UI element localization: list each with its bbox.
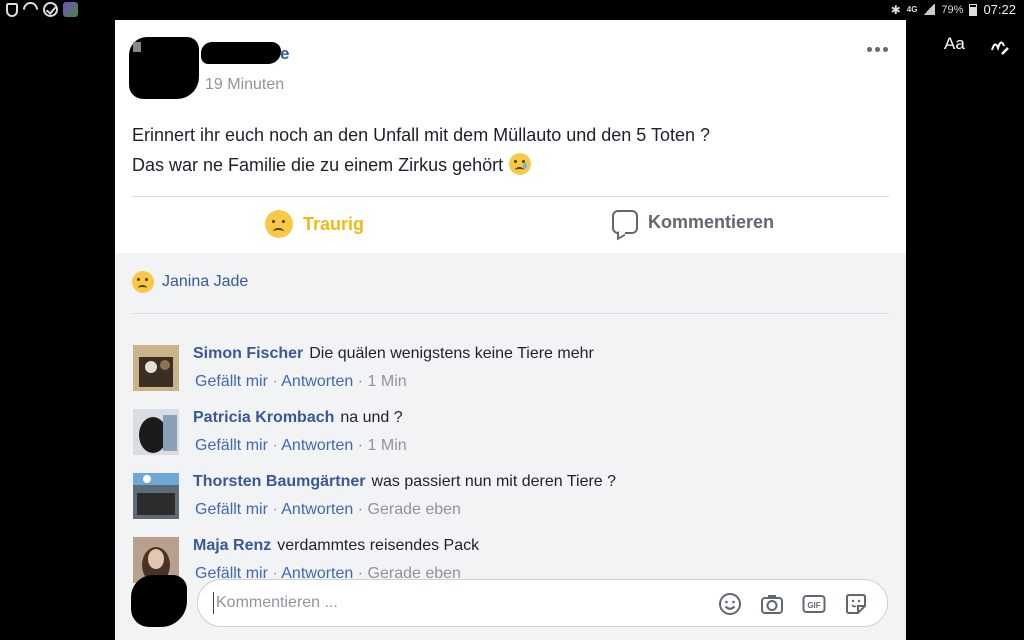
text-caret bbox=[213, 592, 214, 614]
separator: · bbox=[353, 373, 368, 390]
reply-link[interactable]: Antworten bbox=[281, 501, 353, 518]
divider bbox=[132, 313, 889, 314]
action-bar: Traurig Kommentieren bbox=[115, 198, 906, 252]
separator: · bbox=[267, 373, 282, 390]
commenter-avatar[interactable] bbox=[133, 473, 179, 519]
comment-actions: Gefällt mir · Antworten · 1 Min bbox=[195, 437, 407, 455]
comment-body: Thorsten Baumgärtner was passiert nun mit… bbox=[193, 473, 616, 491]
status-left-icons bbox=[6, 0, 78, 21]
crying-face-emoji-icon bbox=[509, 153, 532, 175]
comment-actions: Gefällt mir · Antworten · Gerade eben bbox=[195, 501, 461, 519]
comment-input[interactable]: Kommentieren ... GIF bbox=[197, 579, 888, 627]
comment-button[interactable]: Kommentieren bbox=[612, 210, 774, 234]
comment-body: Maja Renz verdammtes reisendes Pack bbox=[193, 537, 479, 555]
comment-text: verdammtes reisendes Pack bbox=[277, 537, 480, 554]
reaction-label: Traurig bbox=[303, 213, 365, 234]
battery-percent: 79% bbox=[941, 3, 964, 16]
comment-time[interactable]: 1 Min bbox=[368, 437, 407, 454]
comment-time[interactable]: Gerade eben bbox=[368, 501, 461, 518]
more-dots-icon[interactable] bbox=[867, 44, 893, 54]
check-circle-icon bbox=[43, 2, 58, 17]
author-name-visible[interactable]: e bbox=[280, 44, 289, 64]
sad-reaction-icon bbox=[265, 210, 293, 238]
post-text-line-2: Das war ne Familie die zu einem Zirkus g… bbox=[132, 150, 892, 180]
smiley-icon[interactable] bbox=[718, 592, 742, 616]
shield-icon bbox=[6, 2, 18, 17]
network-type: 4G bbox=[906, 4, 918, 14]
reactor-summary[interactable]: Janina Jade bbox=[132, 271, 248, 293]
post-card: e 19 Minuten Erinnert ihr euch noch an d… bbox=[115, 20, 906, 640]
reaction-button[interactable]: Traurig bbox=[265, 210, 364, 238]
comment-placeholder: Kommentieren ... bbox=[216, 594, 338, 611]
post-text-line-2-text: Das war ne Familie die zu einem Zirkus g… bbox=[132, 155, 504, 175]
post-text: Erinnert ihr euch noch an den Unfall mit… bbox=[132, 120, 892, 180]
post-text-line-1: Erinnert ihr euch noch an den Unfall mit… bbox=[132, 125, 711, 145]
divider bbox=[132, 196, 889, 197]
battery-icon bbox=[969, 3, 978, 16]
commenter-avatar[interactable] bbox=[133, 409, 179, 455]
commenter-name[interactable]: Patricia Krombach bbox=[193, 409, 334, 426]
bluetooth-icon: ✱ bbox=[890, 2, 901, 17]
like-link[interactable]: Gefällt mir bbox=[195, 437, 268, 454]
commenter-name[interactable]: Thorsten Baumgärtner bbox=[193, 473, 365, 490]
comment-actions: Gefällt mir · Antworten · 1 Min bbox=[195, 373, 407, 391]
sad-reaction-icon bbox=[132, 271, 154, 293]
separator: · bbox=[267, 501, 282, 518]
avatar-corner-fragment bbox=[133, 42, 141, 52]
comment-body: Patricia Krombach na und ? bbox=[193, 409, 403, 427]
commenter-name[interactable]: Maja Renz bbox=[193, 537, 271, 554]
separator: · bbox=[267, 437, 282, 454]
app-notification-icon bbox=[63, 2, 78, 17]
like-link[interactable]: Gefällt mir bbox=[195, 501, 268, 518]
svg-text:GIF: GIF bbox=[807, 601, 820, 610]
comment-body: Simon Fischer Die quälen wenigstens keine… bbox=[193, 345, 594, 363]
comment-item: Thorsten Baumgärtner was passiert nun mit… bbox=[133, 473, 883, 533]
author-name-redacted[interactable] bbox=[201, 42, 281, 64]
comment-composer: Kommentieren ... GIF bbox=[115, 573, 906, 640]
separator: · bbox=[353, 437, 368, 454]
camera-icon[interactable] bbox=[760, 592, 784, 616]
reply-link[interactable]: Antworten bbox=[281, 373, 353, 390]
speech-bubble-icon bbox=[612, 210, 638, 234]
post-timestamp[interactable]: 19 Minuten bbox=[205, 76, 284, 94]
text-tool-button[interactable]: Aa bbox=[944, 34, 965, 54]
pen-scribble-icon[interactable] bbox=[988, 34, 1010, 56]
wifi-calling-icon bbox=[19, 0, 42, 21]
reply-link[interactable]: Antworten bbox=[281, 437, 353, 454]
status-bar: ✱ 4G 79% 07:22 bbox=[0, 0, 1024, 21]
comment-text: was passiert nun mit deren Tiere ? bbox=[371, 473, 617, 490]
comments-section: Janina Jade Simon Fischer Die quälen weni… bbox=[115, 253, 906, 640]
own-avatar-redacted bbox=[131, 575, 187, 627]
comment-text: na und ? bbox=[340, 409, 403, 426]
status-right-icons: ✱ 4G 79% 07:22 bbox=[891, 2, 1016, 17]
separator: · bbox=[353, 501, 368, 518]
sticker-icon[interactable] bbox=[844, 592, 868, 616]
gif-icon[interactable]: GIF bbox=[802, 592, 826, 616]
reactor-name[interactable]: Janina Jade bbox=[162, 273, 248, 291]
comment-time[interactable]: 1 Min bbox=[368, 373, 407, 390]
comment-item: Simon Fischer Die quälen wenigstens keine… bbox=[133, 345, 883, 405]
comment-item: Patricia Krombach na und ? Gefällt mir · … bbox=[133, 409, 883, 469]
comment-label: Kommentieren bbox=[648, 211, 775, 232]
commenter-avatar[interactable] bbox=[133, 345, 179, 391]
comment-text: Die quälen wenigstens keine Tiere mehr bbox=[309, 345, 594, 362]
commenter-name[interactable]: Simon Fischer bbox=[193, 345, 303, 362]
clock: 07:22 bbox=[983, 2, 1016, 17]
signal-icon bbox=[923, 4, 936, 15]
like-link[interactable]: Gefällt mir bbox=[195, 373, 268, 390]
post-header: e 19 Minuten bbox=[115, 20, 906, 125]
